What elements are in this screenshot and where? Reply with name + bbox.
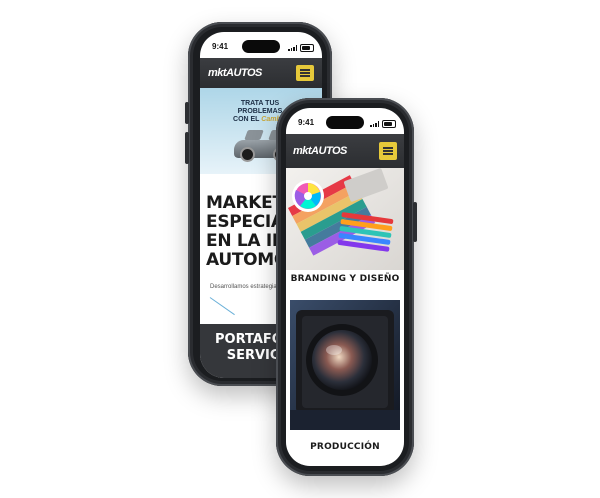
signal-icon	[370, 121, 379, 127]
production-caption[interactable]: PRODUCCIÓN	[286, 442, 404, 452]
branding-caption[interactable]: BRANDING Y DISEÑO	[286, 274, 404, 284]
dynamic-island	[242, 40, 280, 53]
site-header: mktAUTOS	[200, 58, 322, 88]
status-time: 9:41	[212, 42, 229, 51]
menu-button[interactable]	[296, 65, 314, 81]
dynamic-island	[326, 116, 364, 129]
battery-icon	[300, 44, 314, 52]
signal-icon	[288, 45, 297, 51]
branding-card-image[interactable]	[286, 168, 404, 270]
hamburger-icon	[382, 150, 394, 152]
banner-line2-prefix: CON EL	[233, 116, 260, 124]
status-icons	[370, 120, 396, 128]
decorative-line	[209, 297, 235, 316]
site-logo[interactable]: mktAUTOS	[293, 145, 347, 157]
front-phone: 9:41 mktAUTOS BRANDING Y DISEÑO PRODUCCI…	[276, 98, 417, 476]
site-logo[interactable]: mktAUTOS	[208, 67, 262, 79]
status-time: 9:41	[298, 118, 315, 127]
front-phone-screen: 9:41 mktAUTOS BRANDING Y DISEÑO PRODUCCI…	[286, 108, 404, 466]
production-card-image[interactable]	[290, 300, 400, 430]
battery-icon	[382, 120, 396, 128]
color-swatches-illustration	[286, 168, 404, 270]
side-button	[185, 132, 189, 164]
menu-button[interactable]	[379, 142, 397, 160]
camera-lens-illustration	[290, 300, 400, 430]
side-button	[413, 202, 417, 242]
hamburger-icon	[299, 72, 311, 74]
status-icons	[288, 44, 314, 52]
site-header: mktAUTOS	[286, 134, 404, 168]
side-button	[185, 102, 189, 124]
